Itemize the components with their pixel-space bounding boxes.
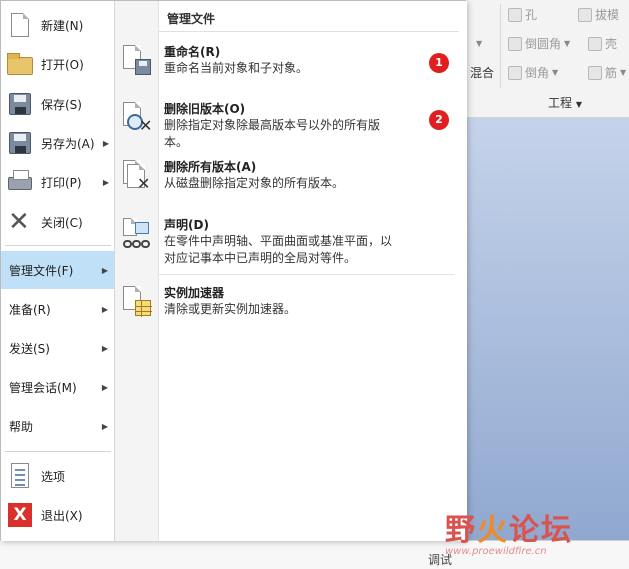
callout-badge: 1: [429, 53, 449, 73]
chevron-right-icon: ▶: [101, 265, 108, 275]
options-list-icon: [5, 461, 35, 491]
draft-icon: [578, 8, 592, 22]
panel-title-divider: [159, 31, 459, 32]
manage-session-submenu[interactable]: 管理会话(M) ▶: [1, 368, 114, 406]
open-command[interactable]: 打开(O): [5, 46, 111, 82]
close-icon: ✕: [8, 207, 30, 237]
delete-old-versions-icon: ✕: [121, 102, 153, 136]
shell-icon: [588, 37, 602, 51]
new-file-icon: [5, 10, 35, 40]
ribbon-chamfer-button[interactable]: 倒角 ▼: [508, 63, 558, 83]
exit-command[interactable]: X 退出(X): [5, 497, 111, 533]
chevron-right-icon: ▶: [101, 382, 108, 392]
chevron-down-icon: ▼: [564, 39, 571, 48]
chevron-right-icon: ▶: [101, 421, 108, 431]
watermark-url: www.proewildfire.cn: [445, 546, 547, 557]
printer-icon: [5, 167, 35, 197]
ribbon-rib-button[interactable]: 筋 ▼: [588, 63, 626, 83]
save-as-command[interactable]: 另存为(A) ▶: [5, 125, 111, 161]
new-command[interactable]: 新建(N): [5, 7, 111, 43]
manage-file-panel: 管理文件 重命名(R) 重命名当前对象和子对象。 1 ✕ 删除旧版本(O) 删除…: [115, 1, 467, 541]
ribbon-dropdown[interactable]: ▼: [476, 34, 482, 54]
save-disk-icon: [5, 89, 35, 119]
chevron-right-icon: ▶: [102, 138, 109, 148]
chevron-right-icon: ▶: [102, 177, 109, 187]
chevron-down-icon: ▼: [476, 39, 483, 48]
exit-icon: X: [5, 500, 35, 530]
delete-old-versions-entry[interactable]: ✕ 删除旧版本(O) 删除指定对象除最高版本号以外的所有版本。 2: [115, 100, 455, 152]
watermark-logo: 野火论坛: [445, 513, 573, 548]
rib-icon: [588, 66, 602, 80]
chevron-right-icon: ▶: [101, 343, 108, 353]
declare-icon: [121, 218, 153, 252]
prepare-submenu[interactable]: 准备(R) ▶: [1, 290, 114, 328]
callout-badge: 2: [429, 110, 449, 130]
round-icon: [508, 37, 522, 51]
hole-icon: [508, 8, 522, 22]
rename-icon: [121, 45, 153, 79]
ribbon-draft-button[interactable]: 拔模: [578, 5, 619, 25]
rename-entry[interactable]: 重命名(R) 重命名当前对象和子对象。 1: [115, 43, 455, 87]
ribbon-round-button[interactable]: 倒圆角 ▼: [508, 34, 570, 54]
ribbon-group-engineering[interactable]: 工程 ▼: [510, 94, 620, 111]
file-menu: 新建(N) 打开(O) 保存(S) 另存为(A) ▶ 打印(P) ▶ ✕ 关闭(…: [0, 0, 467, 541]
options-command[interactable]: 选项: [5, 458, 111, 494]
ribbon-hole-button[interactable]: 孔: [508, 5, 537, 25]
instance-accelerator-icon: [121, 286, 153, 320]
file-menu-command-column: 新建(N) 打开(O) 保存(S) 另存为(A) ▶ 打印(P) ▶ ✕ 关闭(…: [1, 1, 115, 541]
chevron-down-icon: ▼: [575, 100, 582, 109]
panel-separator: [159, 274, 455, 275]
save-command[interactable]: 保存(S): [5, 86, 111, 122]
instance-accelerator-entry[interactable]: 实例加速器 清除或更新实例加速器。: [115, 284, 455, 322]
delete-all-versions-icon: ✕: [121, 160, 153, 194]
chevron-down-icon: ▼: [620, 68, 627, 77]
print-command[interactable]: 打印(P) ▶: [5, 164, 111, 200]
save-as-icon: [5, 128, 35, 158]
declare-entry[interactable]: 声明(D) 在零件中声明轴、平面曲面或基准平面，以对应记事本中已声明的全局对等件…: [115, 216, 455, 270]
ribbon-separator: [500, 4, 501, 88]
ribbon-shell-button[interactable]: 壳: [588, 34, 617, 54]
delete-all-versions-entry[interactable]: ✕ 删除所有版本(A) 从磁盘删除指定对象的所有版本。: [115, 158, 455, 196]
manage-file-submenu[interactable]: 管理文件(F) ▶: [1, 251, 114, 289]
menu-separator: [5, 245, 111, 246]
panel-title: 管理文件: [167, 12, 216, 26]
chevron-down-icon: ▼: [552, 68, 559, 77]
menu-separator: [5, 451, 111, 452]
chamfer-icon: [508, 66, 522, 80]
open-folder-icon: [5, 49, 35, 79]
close-command[interactable]: ✕ 关闭(C): [5, 204, 111, 240]
graphics-viewport[interactable]: [460, 118, 629, 548]
chevron-right-icon: ▶: [101, 304, 108, 314]
send-submenu[interactable]: 发送(S) ▶: [1, 329, 114, 367]
ribbon-blend-button[interactable]: 混合: [470, 63, 494, 83]
help-submenu[interactable]: 帮助 ▶: [1, 407, 114, 445]
